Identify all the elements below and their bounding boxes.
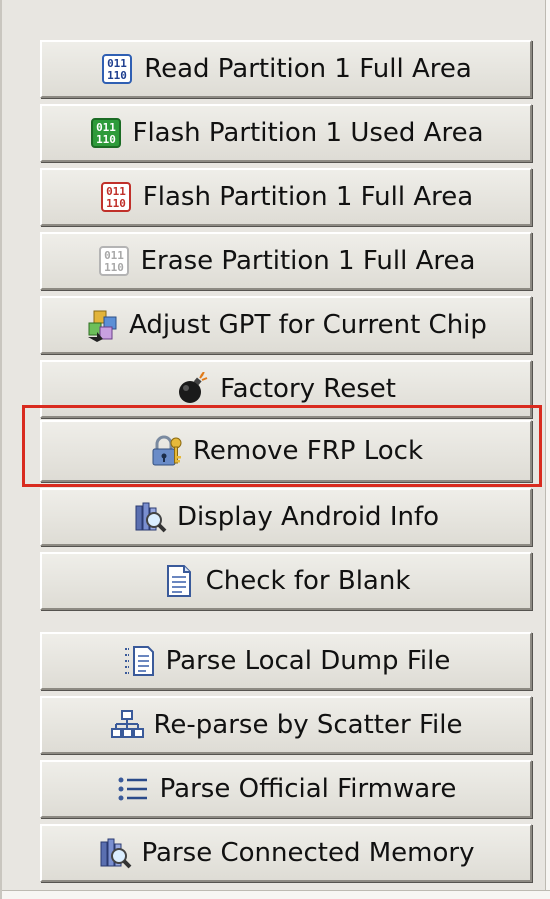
- bomb-icon: [176, 372, 210, 406]
- panel-right-edge: [545, 0, 550, 899]
- parse-connected-memory-button[interactable]: Parse Connected Memory: [40, 824, 532, 882]
- parse-official-firmware-button[interactable]: Parse Official Firmware: [40, 760, 532, 818]
- display-android-info-button[interactable]: Display Android Info: [40, 488, 532, 546]
- read-partition-1-full-area-button[interactable]: 011 110 Read Partition 1 Full Area: [40, 40, 532, 98]
- chip-cubes-icon: [85, 308, 119, 342]
- button-label: Erase Partition 1 Full Area: [140, 246, 476, 276]
- button-label: Parse Local Dump File: [165, 646, 451, 676]
- button-label: Flash Partition 1 Full Area: [142, 182, 474, 212]
- svg-text:110: 110: [107, 69, 127, 82]
- list-document-icon: [122, 644, 156, 678]
- button-label: Read Partition 1 Full Area: [144, 54, 472, 84]
- flash-partition-1-used-area-button[interactable]: 011 110 Flash Partition 1 Used Area: [40, 104, 532, 162]
- re-parse-by-scatter-file-button[interactable]: Re-parse by Scatter File: [40, 696, 532, 754]
- button-label: Factory Reset: [220, 374, 396, 404]
- memory-magnifier-icon: [98, 836, 132, 870]
- binary-gray-icon: 011 110: [97, 244, 131, 278]
- svg-text:110: 110: [104, 261, 124, 274]
- svg-text:110: 110: [96, 133, 116, 146]
- button-label: Re-parse by Scatter File: [153, 710, 463, 740]
- binary-red-icon: 011 110: [99, 180, 133, 214]
- document-icon: [162, 564, 196, 598]
- factory-reset-button[interactable]: Factory Reset: [40, 360, 532, 418]
- binary-blue-icon: 011 110: [100, 52, 134, 86]
- list-icon: [116, 772, 150, 806]
- button-label: Display Android Info: [176, 502, 440, 532]
- button-label: Remove FRP Lock: [192, 436, 424, 466]
- parse-local-dump-file-button[interactable]: Parse Local Dump File: [40, 632, 532, 690]
- binary-green-icon: 011 110: [89, 116, 123, 150]
- panel-bottom-edge: [2, 890, 550, 899]
- button-label: Adjust GPT for Current Chip: [129, 310, 487, 340]
- svg-text:110: 110: [106, 197, 126, 210]
- lock-key-icon: [149, 434, 183, 468]
- button-label: Parse Official Firmware: [159, 774, 457, 804]
- flash-partition-1-full-area-button[interactable]: 011 110 Flash Partition 1 Full Area: [40, 168, 532, 226]
- tree-structure-icon: [110, 708, 144, 742]
- erase-partition-1-full-area-button[interactable]: 011 110 Erase Partition 1 Full Area: [40, 232, 532, 290]
- button-label: Check for Blank: [205, 566, 411, 596]
- button-label: Flash Partition 1 Used Area: [132, 118, 484, 148]
- check-for-blank-button[interactable]: Check for Blank: [40, 552, 532, 610]
- adjust-gpt-button[interactable]: Adjust GPT for Current Chip: [40, 296, 532, 354]
- action-panel: 011 110 Read Partition 1 Full Area 011 110…: [0, 0, 550, 899]
- remove-frp-lock-button[interactable]: Remove FRP Lock: [40, 420, 532, 482]
- info-magnifier-icon: [133, 500, 167, 534]
- button-label: Parse Connected Memory: [141, 838, 475, 868]
